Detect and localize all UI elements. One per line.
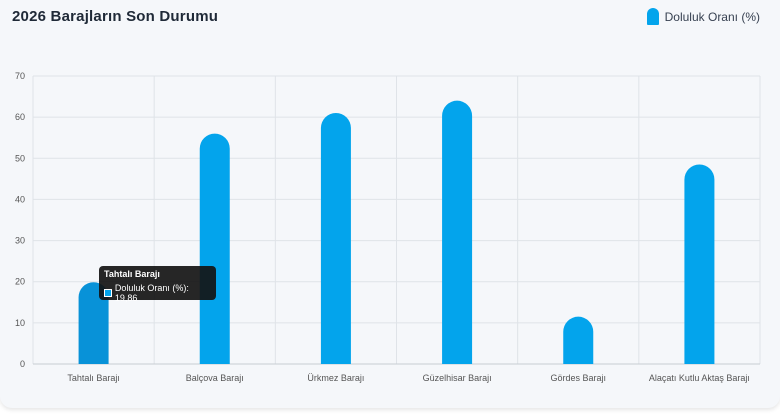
y-tick-label: 50 — [15, 153, 25, 163]
bar — [442, 100, 473, 364]
y-tick-label: 20 — [15, 277, 25, 287]
y-tick-label: 70 — [15, 71, 25, 81]
chart-card: 2026 Barajların Son Durumu Doluluk Oranı… — [0, 0, 780, 408]
bar — [199, 133, 230, 364]
y-tick-label: 30 — [15, 236, 25, 246]
x-tick-label: Güzelhisar Barajı — [423, 373, 492, 383]
x-tick-label: Balçova Barajı — [186, 373, 244, 383]
bar — [320, 113, 351, 365]
y-tick-label: 0 — [20, 359, 25, 369]
tooltip-row: Doluluk Oranı (%): 19,86 — [104, 283, 211, 303]
x-tick-label: Tahtalı Barajı — [67, 373, 120, 383]
tooltip-title: Tahtalı Barajı — [104, 269, 160, 279]
tooltip-value: Doluluk Oranı (%): 19,86 — [114, 283, 189, 303]
bar — [563, 316, 594, 364]
y-tick-label: 10 — [15, 318, 25, 328]
y-tick-label: 40 — [15, 194, 25, 204]
tooltip-swatch-icon — [104, 289, 112, 297]
tooltip: Tahtalı Barajı Doluluk Oranı (%): 19,86 — [99, 266, 216, 303]
x-tick-label: Ürkmez Barajı — [307, 373, 364, 383]
bar-chart: 0 10 20 30 40 50 60 70 Tahtalı Barajı Balçova Bar… — [15, 71, 761, 383]
y-tick-label: 60 — [15, 112, 25, 122]
bar — [684, 164, 715, 364]
x-tick-label: Alaçatı Kutlu Aktaş Barajı — [649, 373, 750, 383]
x-tick-label: Gördes Barajı — [550, 373, 606, 383]
